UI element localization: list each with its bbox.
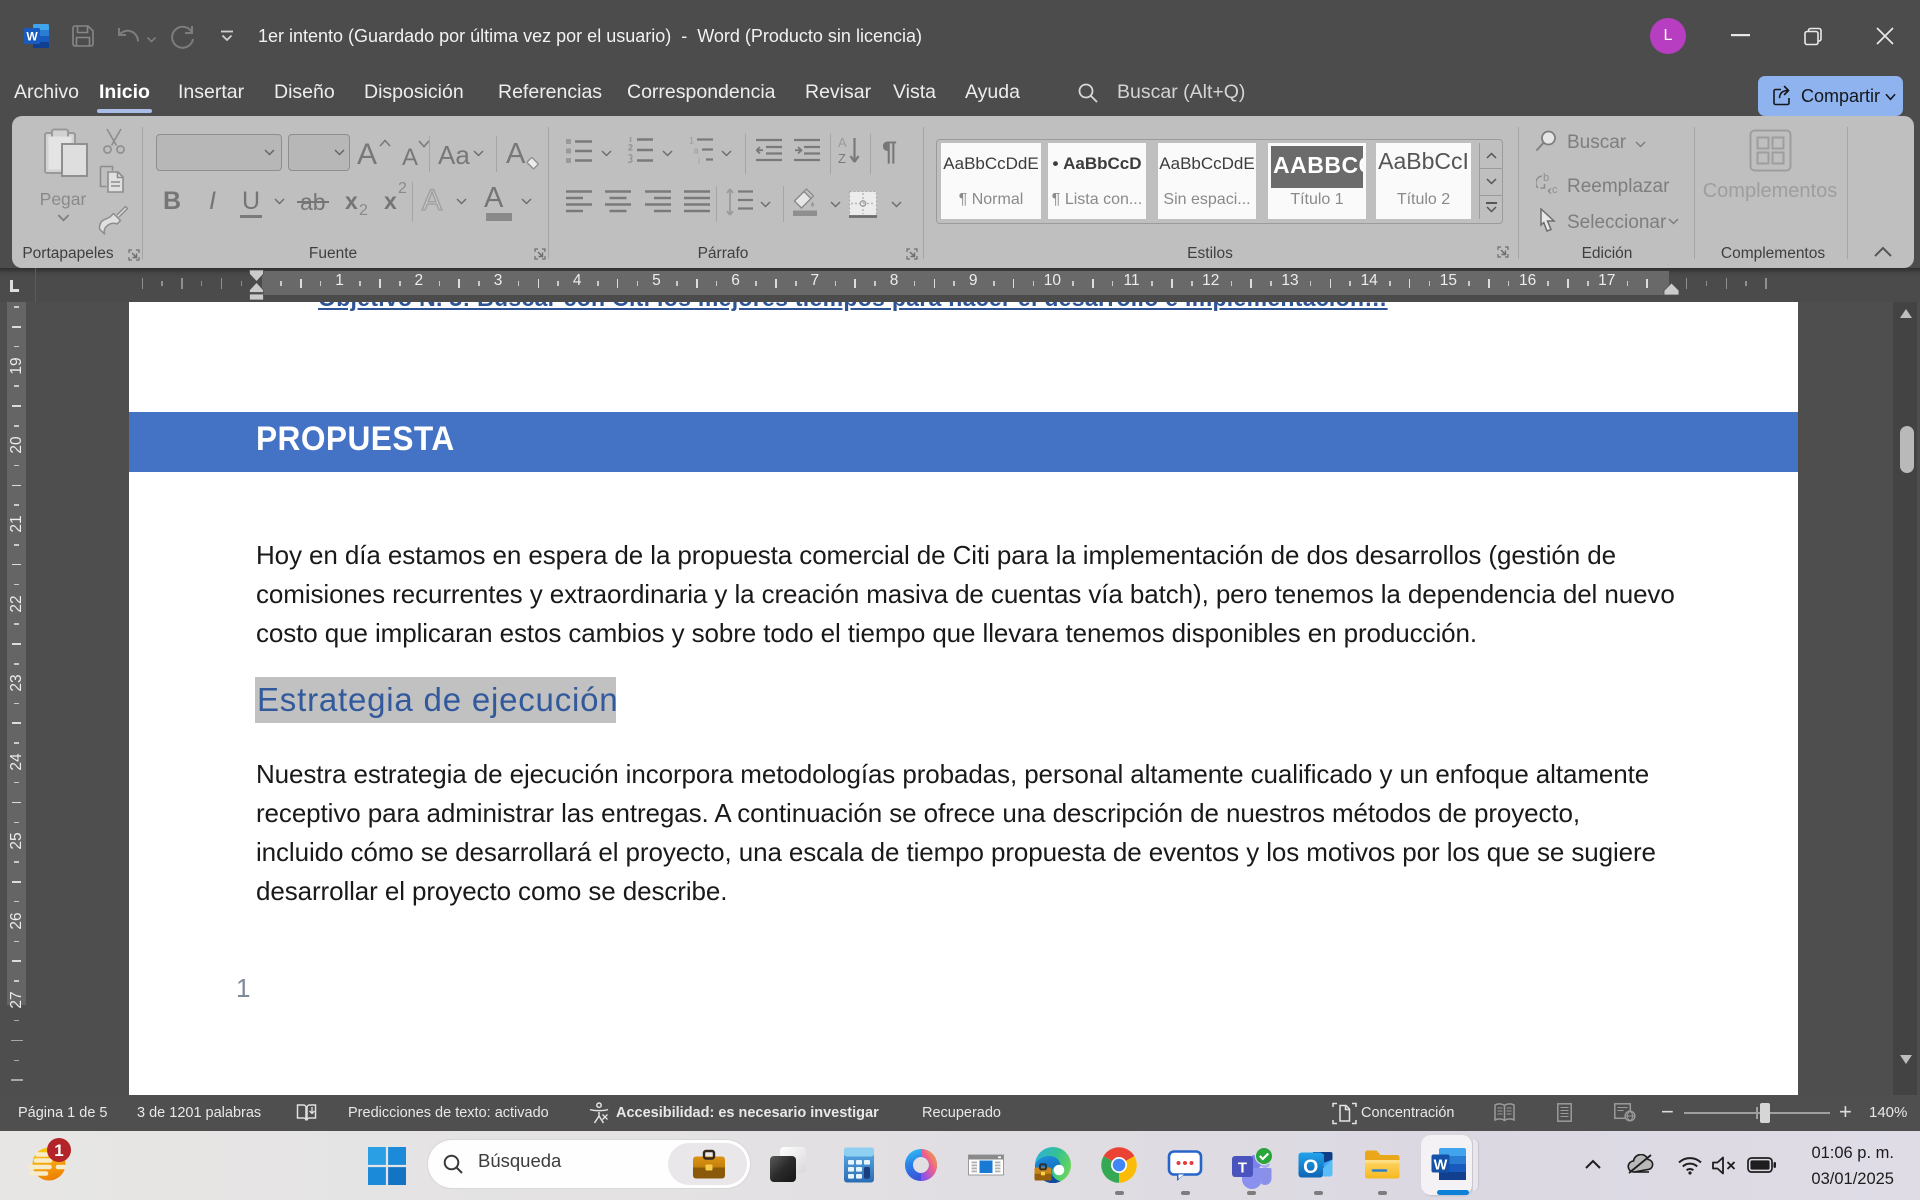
svg-text:1: 1 [54,1141,63,1160]
svg-text:O: O [1303,1156,1318,1178]
svg-text:W: W [1434,1158,1448,1174]
svg-text:a: a [694,146,699,156]
svg-text:c: c [1552,184,1558,196]
svg-text:b: b [1543,172,1549,184]
svg-text:Z: Z [838,151,846,166]
svg-text:W: W [26,30,38,44]
svg-text:1: 1 [689,136,694,146]
svg-text:T: T [1238,1160,1247,1177]
svg-text:i: i [698,156,700,166]
svg-text:A: A [838,136,847,150]
